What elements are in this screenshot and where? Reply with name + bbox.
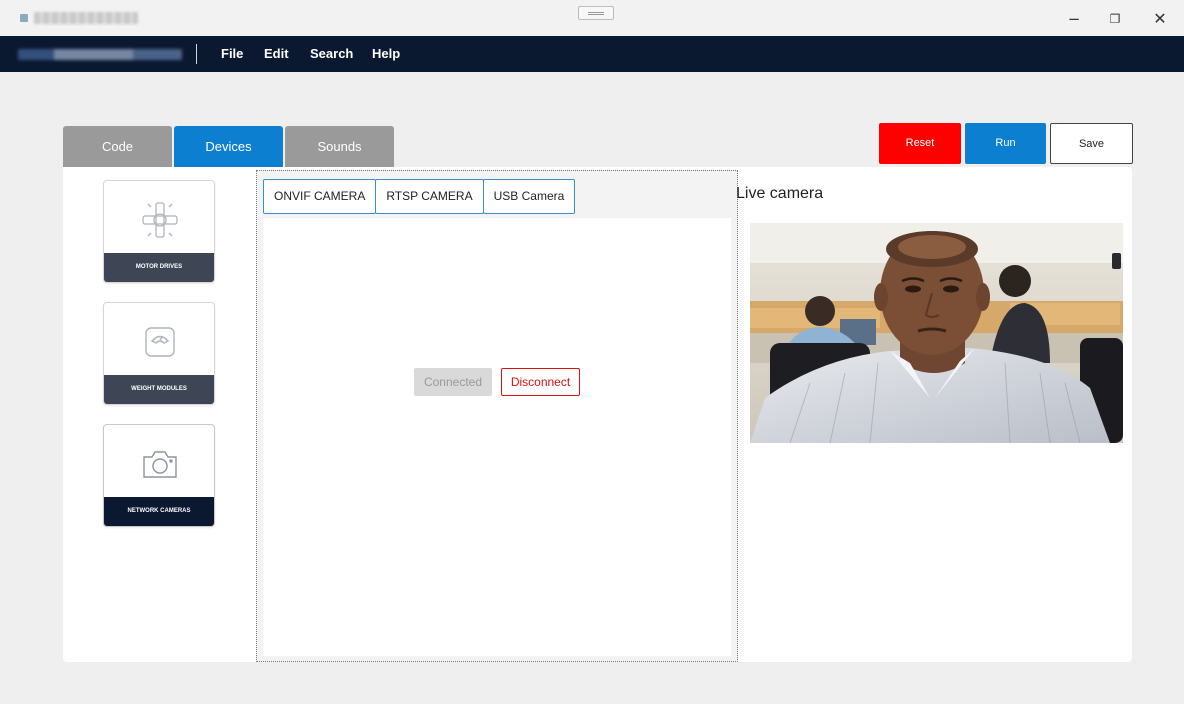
- card-label-network-cameras: NETWORK CAMERAS: [104, 497, 214, 526]
- device-card-weight-modules[interactable]: WEIGHT MODULES: [103, 302, 215, 405]
- card-label-weight-modules: WEIGHT MODULES: [104, 375, 214, 404]
- camera-config-area: ONVIF CAMERA RTSP CAMERA USB Camera Conn…: [256, 170, 738, 662]
- disconnect-button[interactable]: Disconnect: [501, 368, 580, 396]
- minimize-button[interactable]: −: [1058, 8, 1090, 30]
- menu-help[interactable]: Help: [372, 46, 400, 61]
- brand-logo-blurred: [18, 49, 182, 60]
- reset-button[interactable]: Reset: [879, 123, 961, 164]
- live-camera-title: Live camera: [736, 185, 824, 202]
- camera-tab-bar: ONVIF CAMERA RTSP CAMERA USB Camera: [263, 179, 576, 214]
- live-camera-feed: [750, 223, 1123, 443]
- app-icon: [20, 14, 28, 22]
- tab-devices[interactable]: Devices: [174, 126, 283, 167]
- motor-drive-icon: [142, 202, 178, 238]
- menu-file[interactable]: File: [221, 46, 243, 61]
- device-card-motor-drives[interactable]: MOTOR DRIVES: [103, 180, 215, 283]
- tab-onvif-camera[interactable]: ONVIF CAMERA: [263, 179, 377, 214]
- tab-rtsp-camera[interactable]: RTSP CAMERA: [375, 179, 484, 214]
- app-title-blurred: [34, 12, 138, 24]
- card-label-motor-drives: MOTOR DRIVES: [104, 253, 214, 282]
- menu-search[interactable]: Search: [310, 46, 353, 61]
- device-card-network-cameras[interactable]: NETWORK CAMERAS: [103, 424, 215, 527]
- menu-separator: [196, 44, 197, 64]
- connected-button[interactable]: Connected: [414, 368, 492, 396]
- tab-code[interactable]: Code: [63, 126, 172, 167]
- camera-frame-image: [750, 223, 1123, 443]
- close-button[interactable]: ✕: [1144, 8, 1176, 30]
- tab-usb-camera[interactable]: USB Camera: [482, 179, 576, 214]
- menu-bar: File Edit Search Help: [0, 36, 1184, 72]
- menu-edit[interactable]: Edit: [264, 46, 289, 61]
- drag-handle-icon[interactable]: [578, 6, 614, 20]
- title-bar[interactable]: − ❐ ✕: [0, 0, 1184, 36]
- maximize-button[interactable]: ❐: [1099, 8, 1131, 30]
- camera-tab-content: Connected Disconnect: [263, 218, 731, 656]
- tab-sounds[interactable]: Sounds: [285, 126, 394, 167]
- camera-icon: [143, 451, 177, 478]
- run-button[interactable]: Run: [965, 123, 1046, 164]
- app-window: − ❐ ✕ File Edit Search Help Code Devices…: [0, 0, 1184, 704]
- save-button[interactable]: Save: [1050, 123, 1133, 164]
- scale-icon: [145, 327, 175, 357]
- devices-panel: MOTOR DRIVES WEIGHT MODULES NETWORK CAME…: [63, 167, 1132, 662]
